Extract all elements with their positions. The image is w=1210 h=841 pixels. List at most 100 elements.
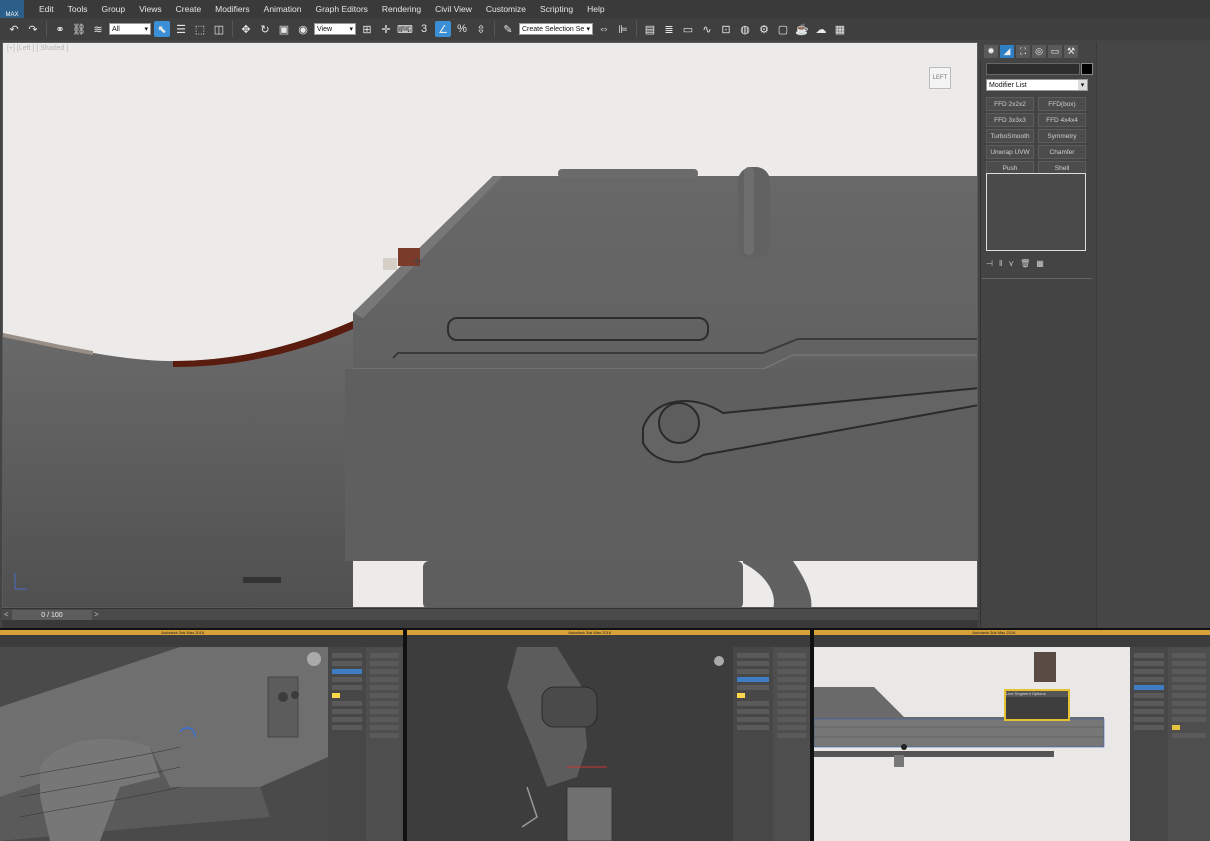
panel-divider: [982, 278, 1092, 279]
unlink-icon[interactable]: ⛓: [71, 21, 87, 37]
thumbnail-secondary-panel: [366, 647, 403, 841]
thumbnail-panel-rows: [332, 653, 362, 733]
select-manipulate-icon[interactable]: ✛: [378, 21, 394, 37]
menu-animation[interactable]: Animation: [257, 4, 309, 14]
dialog-title: Line Segment Options: [1006, 691, 1068, 697]
thumbnail-3[interactable]: Autodesk 3ds Max 2016 Line Segment Optio…: [814, 630, 1210, 841]
menu-views[interactable]: Views: [132, 4, 169, 14]
object-color-swatch[interactable]: [1081, 63, 1093, 75]
make-unique-icon[interactable]: ⋎: [1008, 259, 1014, 268]
select-and-move-icon[interactable]: ✥: [238, 21, 254, 37]
ribbon-icon[interactable]: ▭: [680, 21, 696, 37]
thumbnail-1[interactable]: Autodesk 3ds Max 2016: [0, 630, 403, 841]
align-icon[interactable]: ⊫: [615, 21, 631, 37]
spinner-snap-icon[interactable]: ⇳: [473, 21, 489, 37]
viewport-label[interactable]: [+] [Left ] [ Shaded ]: [7, 45, 68, 52]
time-slider-next[interactable]: >: [94, 610, 102, 620]
a360-gallery-icon[interactable]: ▦: [832, 21, 848, 37]
configure-sets-icon[interactable]: ▦: [1036, 259, 1044, 268]
menu-edit[interactable]: Edit: [32, 4, 61, 14]
reference-coordinate-dropdown[interactable]: View ▾: [314, 23, 356, 35]
track-bar[interactable]: [2, 620, 978, 628]
thumbnail-menu: [814, 635, 1210, 645]
thumbnail-viewport: [0, 647, 328, 841]
show-end-result-icon[interactable]: ‖: [999, 259, 1002, 268]
modifier-button-ffd-2x2x2[interactable]: FFD 2x2x2: [986, 97, 1034, 111]
selection-filter-dropdown[interactable]: All ▾: [109, 23, 151, 35]
select-by-name-icon[interactable]: ☰: [173, 21, 189, 37]
time-slider-prev[interactable]: <: [4, 610, 12, 620]
time-slider-thumb[interactable]: 0 / 100: [12, 610, 92, 620]
scene-explorer-icon[interactable]: ▤: [642, 21, 658, 37]
modifier-button-ffd-box[interactable]: FFD(box): [1038, 97, 1086, 111]
modifier-sets: FFD 2x2x2 FFD(box) FFD 3x3x3 FFD 4x4x4 T…: [986, 97, 1086, 175]
keyboard-shortcut-override-icon[interactable]: ⌨: [397, 21, 413, 37]
display-tab-icon[interactable]: ▭: [1048, 44, 1062, 58]
percent-snap-icon[interactable]: %: [454, 21, 470, 37]
modifier-button-ffd-3x3x3[interactable]: FFD 3x3x3: [986, 113, 1034, 127]
angle-snap-icon[interactable]: ∠: [435, 21, 451, 37]
layer-explorer-icon[interactable]: ≣: [661, 21, 677, 37]
thumbnail-render-1: [0, 647, 328, 841]
material-editor-icon[interactable]: ◍: [737, 21, 753, 37]
menu-rendering[interactable]: Rendering: [375, 4, 428, 14]
line-segment-options-dialog[interactable]: Line Segment Options: [1004, 689, 1070, 721]
create-tab-icon[interactable]: ✸: [984, 44, 998, 58]
modify-tab-icon[interactable]: ◢: [1000, 44, 1014, 58]
modifier-button-unwrap-uvw[interactable]: Unwrap UVW: [986, 145, 1034, 159]
menu-scripting[interactable]: Scripting: [533, 4, 580, 14]
modifier-list-dropdown[interactable]: Modifier List ▾: [986, 79, 1088, 91]
render-setup-icon[interactable]: ⚙: [756, 21, 772, 37]
menu-help[interactable]: Help: [580, 4, 611, 14]
toolbar-divider: [46, 21, 47, 37]
select-object-icon[interactable]: ⬉: [154, 21, 170, 37]
select-and-rotate-icon[interactable]: ↻: [257, 21, 273, 37]
menu-modifiers[interactable]: Modifiers: [208, 4, 256, 14]
undo-icon[interactable]: ↶: [6, 21, 22, 37]
hierarchy-tab-icon[interactable]: ⛶: [1016, 44, 1030, 58]
render-in-cloud-icon[interactable]: ☁: [813, 21, 829, 37]
menu-group[interactable]: Group: [95, 4, 133, 14]
named-selection-sets-dropdown[interactable]: Create Selection Se ▾: [519, 23, 593, 35]
snaps-toggle-icon[interactable]: 3: [416, 21, 432, 37]
menu-create[interactable]: Create: [169, 4, 209, 14]
place-icon[interactable]: ◉: [295, 21, 311, 37]
object-name-field[interactable]: [986, 63, 1080, 75]
modifier-stack[interactable]: [986, 173, 1086, 251]
menu-customize[interactable]: Customize: [479, 4, 533, 14]
menu-civil-view[interactable]: Civil View: [428, 4, 479, 14]
thumbnail-2[interactable]: Autodesk 3ds Max 2016: [407, 630, 810, 841]
remove-modifier-icon[interactable]: 🗑: [1020, 259, 1030, 268]
modifier-button-symmetry[interactable]: Symmetry: [1038, 129, 1086, 143]
thumbnail-secondary-panel: [1168, 647, 1210, 841]
rendered-frame-window-icon[interactable]: ▢: [775, 21, 791, 37]
select-and-scale-icon[interactable]: ▣: [276, 21, 292, 37]
schematic-view-icon[interactable]: ⊡: [718, 21, 734, 37]
curve-editor-icon[interactable]: ∿: [699, 21, 715, 37]
thumbnail-strip: Autodesk 3ds Max 2016 Autodesk 3ds Max 2…: [0, 628, 1210, 841]
window-crossing-icon[interactable]: ◫: [211, 21, 227, 37]
secondary-panel: [1096, 42, 1210, 628]
select-and-link-icon[interactable]: ⚭: [52, 21, 68, 37]
utilities-tab-icon[interactable]: ⚒: [1064, 44, 1078, 58]
edit-named-selection-icon[interactable]: ✎: [500, 21, 516, 37]
pivot-center-icon[interactable]: ⊞: [359, 21, 375, 37]
menu-graph-editors[interactable]: Graph Editors: [308, 4, 374, 14]
bind-space-warp-icon[interactable]: ≋: [90, 21, 106, 37]
modifier-button-chamfer[interactable]: Chamfer: [1038, 145, 1086, 159]
modifier-stack-controls: ⊣ ‖ ⋎ 🗑 ▦: [986, 257, 1090, 269]
pin-stack-icon[interactable]: ⊣: [986, 259, 993, 268]
render-production-icon[interactable]: ☕: [794, 21, 810, 37]
modifier-button-turbosmooth[interactable]: TurboSmooth: [986, 129, 1034, 143]
mirror-icon[interactable]: ⇔: [596, 21, 612, 37]
rectangular-selection-icon[interactable]: ⬚: [192, 21, 208, 37]
thumbnail-render-2: [407, 647, 733, 841]
redo-icon[interactable]: ↷: [25, 21, 41, 37]
modifier-button-ffd-4x4x4[interactable]: FFD 4x4x4: [1038, 113, 1086, 127]
left-viewport[interactable]: ✛ [+] [Left ] [ Shaded ] LEFT: [2, 42, 978, 608]
app-logo-icon[interactable]: MAX: [0, 0, 24, 18]
thumbnail-command-panel: [328, 647, 366, 841]
menu-tools[interactable]: Tools: [61, 4, 95, 14]
viewcube[interactable]: LEFT: [929, 67, 951, 89]
motion-tab-icon[interactable]: ◎: [1032, 44, 1046, 58]
